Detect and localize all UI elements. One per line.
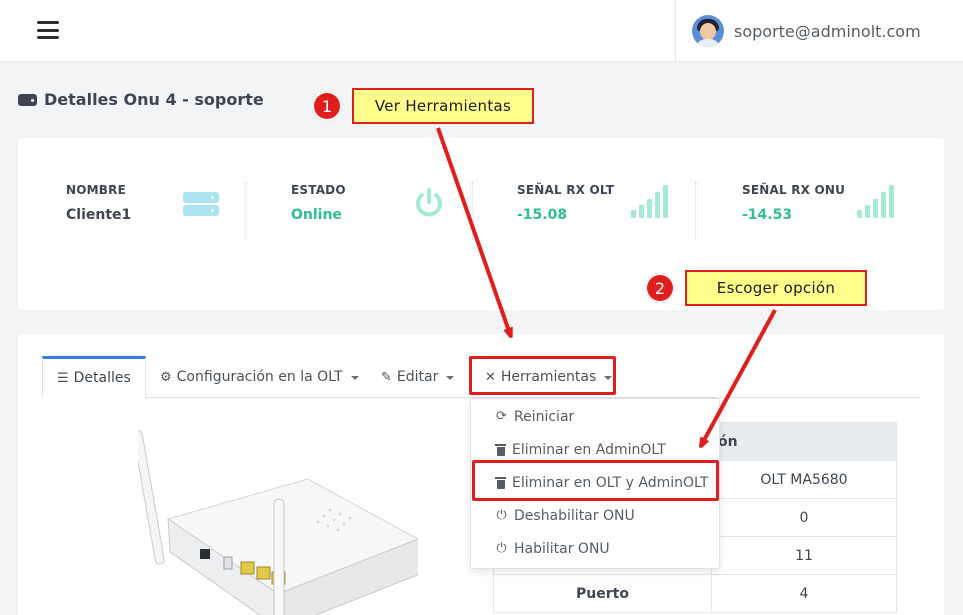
tab-label: Editar bbox=[396, 369, 439, 385]
user-email: soporte@adminolt.com bbox=[734, 21, 921, 41]
user-menu[interactable]: soporte@adminolt.com bbox=[675, 0, 963, 62]
step-1-callout: Ver Herramientas bbox=[352, 88, 534, 124]
stat-estado: ESTADO Online bbox=[291, 183, 346, 223]
edit-icon: ✎ bbox=[381, 369, 392, 385]
highlight-eliminar-option bbox=[472, 460, 719, 501]
power-icon: ⏻ bbox=[496, 508, 507, 523]
step-2-callout: Escoger opción bbox=[685, 270, 867, 306]
table-key: Puerto bbox=[493, 574, 712, 613]
tab-label: Configuración en la OLT bbox=[176, 369, 343, 385]
caret-down-icon bbox=[350, 376, 359, 380]
stat-label: SEÑAL RX ONU bbox=[742, 183, 846, 197]
signal-bars-icon bbox=[857, 184, 894, 218]
table-value: 4 bbox=[711, 574, 897, 613]
caret-down-icon bbox=[446, 376, 455, 380]
avatar bbox=[692, 15, 724, 47]
server-icon bbox=[183, 192, 219, 216]
stat-divider bbox=[244, 182, 247, 240]
tab-label: Detalles bbox=[73, 370, 131, 386]
router-image bbox=[138, 430, 418, 615]
step-1-badge: 1 bbox=[312, 91, 342, 121]
menu-item-label: Reiniciar bbox=[514, 408, 575, 425]
stat-value: -15.08 bbox=[517, 207, 568, 223]
hdd-icon bbox=[18, 93, 37, 106]
stat-value: -14.53 bbox=[742, 207, 793, 223]
highlight-herramientas bbox=[469, 356, 616, 395]
menu-item-label: Eliminar en AdminOLT bbox=[512, 441, 666, 458]
signal-bars-icon bbox=[631, 184, 668, 218]
table-header-right: ón bbox=[711, 422, 897, 461]
menu-item-habilitar-onu[interactable]: ⏻ Habilitar ONU bbox=[471, 532, 719, 565]
stat-value: Cliente1 bbox=[66, 207, 132, 223]
step-2-badge: 2 bbox=[645, 273, 675, 303]
page-title: Detalles Onu 4 - soporte bbox=[18, 90, 264, 109]
gear-icon: ⚙ bbox=[160, 369, 172, 385]
trash-icon bbox=[495, 443, 506, 456]
list-icon: ☰ bbox=[57, 370, 69, 386]
table-value: 0 bbox=[711, 498, 897, 537]
menu-item-reiniciar[interactable]: ⟳ Reiniciar bbox=[471, 400, 719, 433]
stat-divider bbox=[470, 182, 473, 240]
stat-nombre: NOMBRE Cliente1 bbox=[66, 183, 131, 223]
stat-divider bbox=[695, 182, 698, 240]
page-title-text: Detalles Onu 4 - soporte bbox=[44, 90, 264, 109]
top-navbar: soporte@adminolt.com bbox=[0, 0, 963, 62]
table-value: 11 bbox=[711, 536, 897, 575]
stat-senal-rx-onu: SEÑAL RX ONU -14.53 bbox=[742, 183, 845, 223]
power-icon: ⏻ bbox=[496, 541, 507, 556]
tab-configuracion-olt[interactable]: ⚙ Configuración en la OLT bbox=[160, 356, 359, 398]
tab-detalles[interactable]: ☰ Detalles bbox=[42, 356, 146, 398]
stat-label: ESTADO bbox=[291, 183, 346, 197]
stat-label: SEÑAL RX OLT bbox=[517, 183, 615, 197]
menu-item-label: Deshabilitar ONU bbox=[514, 507, 635, 524]
power-icon bbox=[412, 186, 446, 220]
menu-item-deshabilitar-onu[interactable]: ⏻ Deshabilitar ONU bbox=[471, 499, 719, 532]
menu-toggle-icon[interactable] bbox=[37, 21, 59, 39]
stat-label: NOMBRE bbox=[66, 183, 126, 197]
table-value: OLT MA5680 bbox=[711, 460, 897, 499]
table-row: Puerto 4 bbox=[493, 574, 897, 613]
refresh-icon: ⟳ bbox=[496, 409, 507, 424]
menu-item-label: Habilitar ONU bbox=[514, 540, 610, 557]
stat-senal-rx-olt: SEÑAL RX OLT -15.08 bbox=[517, 183, 614, 223]
tab-editar[interactable]: ✎ Editar bbox=[381, 356, 455, 398]
stat-value: Online bbox=[291, 207, 342, 223]
